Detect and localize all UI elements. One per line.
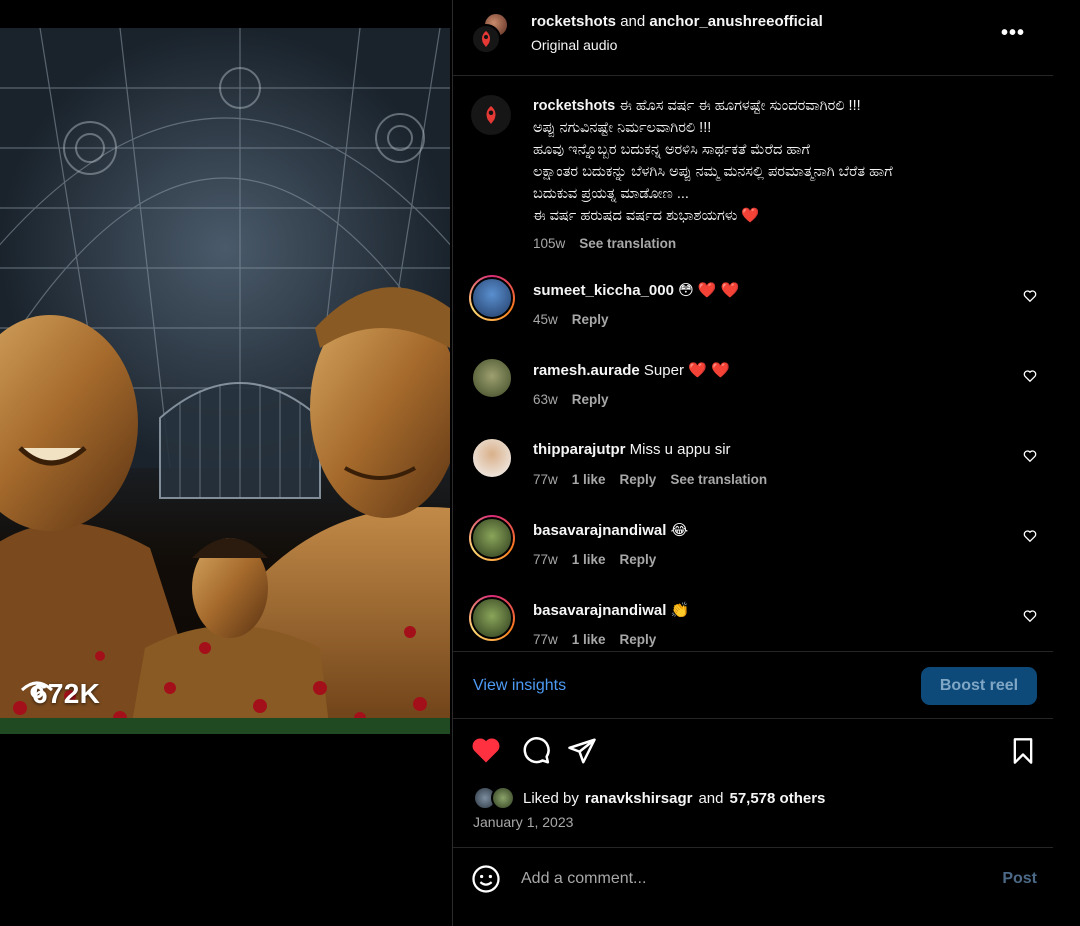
liker-avatars[interactable] [473, 786, 517, 810]
comment-text: 😳 ❤️ ❤️ [678, 282, 740, 299]
more-horizontal-icon[interactable]: ••• [1001, 22, 1025, 45]
liker-username[interactable]: ranavkshirsagr [585, 790, 693, 807]
comment-text: 😂 [670, 522, 689, 539]
comment-text: 👏 [670, 602, 690, 619]
see-translation-button[interactable]: See translation [579, 233, 676, 255]
username-link[interactable]: anchor_anushreeofficial [649, 13, 822, 30]
caption-meta: 105w See translation [533, 233, 1033, 255]
comment-username[interactable]: thipparajutpr [533, 441, 626, 458]
view-insights-link[interactable]: View insights [473, 677, 566, 695]
like-comment-heart-icon[interactable] [1023, 289, 1037, 303]
comment-item: sumeet_kiccha_000 😳 ❤️ ❤️ 45w Reply [453, 275, 1053, 335]
comment-username[interactable]: basavarajnandiwal [533, 602, 666, 619]
like-comment-heart-icon[interactable] [1023, 609, 1037, 623]
reel-media[interactable]: 672K [0, 28, 450, 734]
caption-line: ಈ ವರ್ಷ ಹರುಷದ ವರ್ಷದ ಶುಭಾಶಯಗಳು ❤️ [533, 208, 760, 224]
post-header: rocketshots and anchor_anushreeofficial … [453, 0, 1053, 76]
post-date: January 1, 2023 [473, 814, 574, 830]
like-comment-heart-icon[interactable] [1023, 369, 1037, 383]
caption-line: ಅಪ್ಪು ನಗುವಿನಷ್ಟೇ ನಿರ್ಮಲವಾಗಿರಲಿ !!! [533, 120, 712, 136]
reply-button[interactable]: Reply [620, 632, 657, 647]
comment-username[interactable]: sumeet_kiccha_000 [533, 282, 674, 299]
caption-username[interactable]: rocketshots [533, 98, 615, 114]
likes-summary: Liked by ranavkshirsagr and 57,578 other… [473, 786, 825, 810]
reel-frame-image [0, 28, 450, 734]
comment-item: thipparajutpr Miss u appu sir 77w 1 like R… [453, 435, 1053, 495]
avatar[interactable] [469, 595, 515, 641]
comment-item: basavarajnandiwal 👏 77w 1 like Reply [453, 595, 1053, 651]
avatar[interactable] [469, 275, 515, 321]
reply-button[interactable]: Reply [620, 472, 657, 487]
reply-button[interactable]: Reply [572, 312, 609, 327]
see-translation-button[interactable]: See translation [670, 472, 767, 487]
audio-link[interactable]: Original audio [531, 37, 617, 53]
collab-avatars[interactable] [471, 12, 513, 54]
like-comment-heart-icon[interactable] [1023, 529, 1037, 543]
comment-text: Super ❤️ ❤️ [643, 362, 730, 379]
boost-reel-button[interactable]: Boost reel [921, 667, 1037, 705]
comment-item: basavarajnandiwal 😂 77w 1 like Reply [453, 515, 1053, 575]
comment-time: 77w [533, 632, 558, 647]
caption-time: 105w [533, 236, 566, 251]
caption-line: ಈ ಹೊಸ ವರ್ಷ ಈ ಹೂಗಳಷ್ಟೇ ಸುಂದರವಾಗಿರಲಿ !!! [619, 98, 861, 114]
post-caption: rocketshots ಈ ಹೊಸ ವರ್ಷ ಈ ಹೂಗಳಷ್ಟೇ ಸುಂದರವ… [533, 95, 1033, 255]
caption-line: ಹೂವು ಇನ್ನೊಬ್ಬರ ಬದುಕನ್ನ ಅರಳಿಸಿ ಸಾರ್ಥಕತೆ ಮ… [533, 142, 810, 158]
post-comment-button[interactable]: Post [1002, 870, 1037, 888]
caption-avatar[interactable] [471, 95, 511, 135]
like-comment-heart-icon[interactable] [1023, 449, 1037, 463]
comment-time: 77w [533, 552, 558, 567]
caption-line: ಬದುಕುವ ಪ್ರಯತ್ನ ಮಾಡೋಣ ... [533, 186, 689, 202]
share-icon[interactable] [567, 736, 597, 766]
comment-username[interactable]: basavarajnandiwal [533, 522, 666, 539]
username-link[interactable]: rocketshots [531, 13, 616, 30]
comment-item: ramesh.aurade Super ❤️ ❤️ 63w Reply [453, 355, 1053, 415]
comments-list[interactable]: rocketshots ಈ ಹೊಸ ವರ್ಷ ಈ ಹೂಗಳಷ್ಟೇ ಸುಂದರವ… [453, 77, 1053, 651]
reply-button[interactable]: Reply [572, 392, 609, 407]
view-count: 672K [20, 678, 100, 710]
comment-likes[interactable]: 1 like [572, 632, 606, 647]
comment-likes[interactable]: 1 like [572, 472, 606, 487]
caption-line: ಲಕ್ಷಾಂತರ ಬದುಕನ್ನು ಬೆಳಗಿಸಿ ಅಪ್ಪು ನಮ್ಮ ಮನಸ… [533, 164, 893, 180]
bookmark-icon[interactable] [1009, 736, 1037, 766]
likes-prefix: Liked by [523, 789, 579, 807]
rocketshots-avatar[interactable] [471, 24, 501, 54]
comment-username[interactable]: ramesh.aurade [533, 362, 640, 379]
action-bar [453, 720, 1053, 780]
reply-button[interactable]: Reply [620, 552, 657, 567]
emoji-icon[interactable] [471, 864, 501, 894]
heart-filled-icon[interactable] [471, 736, 501, 764]
comment-time: 45w [533, 312, 558, 327]
collab-usernames: rocketshots and anchor_anushreeofficial [531, 13, 823, 30]
add-comment-bar: Add a comment... Post [453, 847, 1053, 911]
comment-input[interactable]: Add a comment... [521, 870, 646, 888]
likes-others-link[interactable]: 57,578 others [729, 790, 825, 807]
comment-icon[interactable] [521, 736, 551, 766]
avatar[interactable] [469, 435, 515, 481]
insights-bar: View insights Boost reel [453, 651, 1053, 719]
post-panel: rocketshots and anchor_anushreeofficial … [453, 0, 1053, 926]
likes-joiner: and [698, 789, 724, 807]
comment-likes[interactable]: 1 like [572, 552, 606, 567]
comment-time: 63w [533, 392, 558, 407]
joiner-text: and [620, 13, 646, 30]
comment-time: 77w [533, 472, 558, 487]
avatar[interactable] [469, 355, 515, 401]
comment-text: Miss u appu sir [629, 441, 731, 458]
avatar[interactable] [469, 515, 515, 561]
